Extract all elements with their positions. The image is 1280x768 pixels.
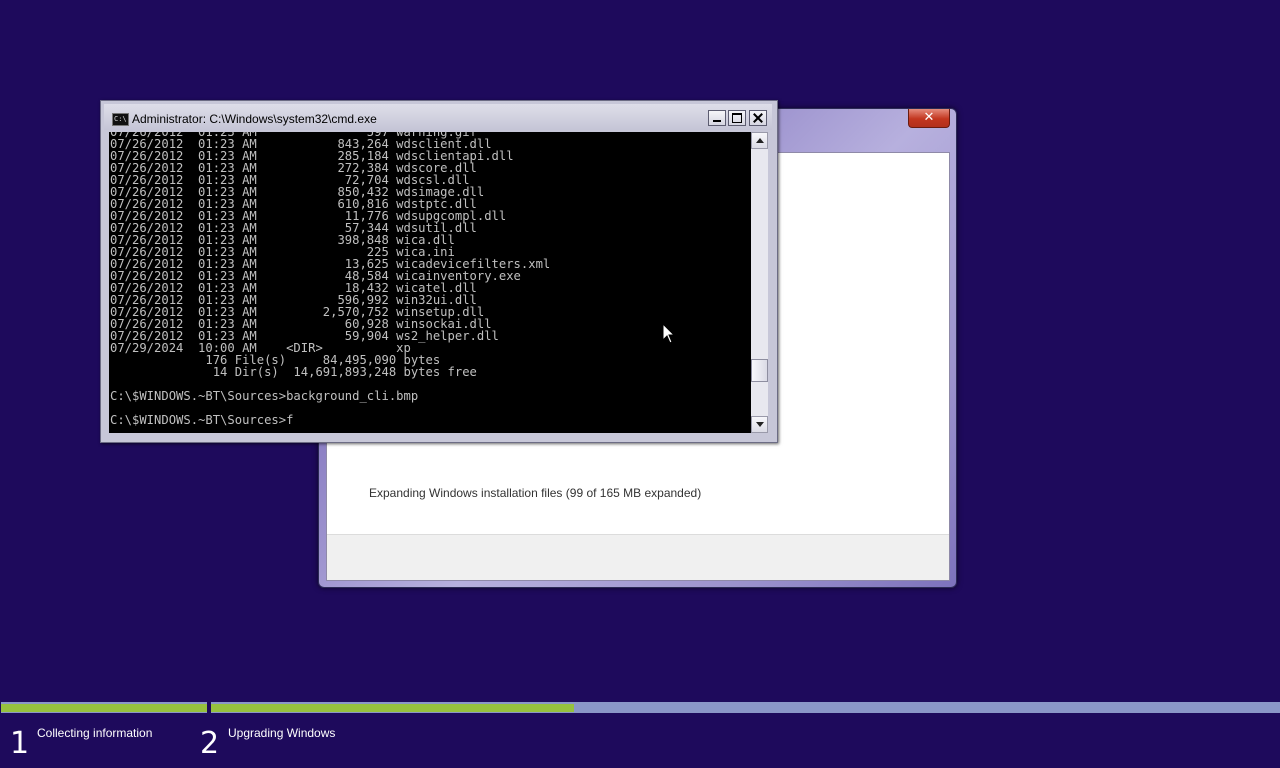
step1-label: Collecting information (37, 726, 153, 740)
setup-footer (327, 534, 949, 580)
step2-label: Upgrading Windows (228, 726, 336, 740)
scroll-down-button[interactable] (751, 416, 768, 433)
step2-number: 2 (200, 726, 220, 761)
scroll-up-button[interactable] (751, 132, 768, 149)
minimize-button[interactable] (708, 110, 726, 126)
cmd-app-icon[interactable]: C:\ (112, 113, 129, 126)
progress-step1-fill (1, 704, 207, 712)
step1-number: 1 (10, 726, 30, 761)
maximize-button[interactable] (728, 110, 746, 126)
console-text: 07/26/2012 01:23 AM 597 warning.gif 07/2… (110, 132, 551, 427)
console-output[interactable]: 07/26/2012 01:23 AM 597 warning.gif 07/2… (109, 132, 751, 433)
scroll-thumb[interactable] (751, 359, 768, 382)
cmd-window[interactable]: C:\ Administrator: C:\Windows\system32\c… (100, 100, 778, 443)
vertical-scrollbar[interactable] (751, 132, 768, 433)
cmd-titlebar[interactable]: C:\ Administrator: C:\Windows\system32\c… (104, 104, 772, 130)
setup-close-button[interactable]: ✕ (908, 109, 950, 128)
mouse-pointer-icon (662, 323, 676, 344)
close-icon: ✕ (923, 110, 935, 125)
setup-status-text: Expanding Windows installation files (99… (369, 486, 702, 500)
progress-step1-bar (1, 702, 207, 713)
close-button[interactable] (749, 110, 767, 126)
progress-step2-bar (211, 702, 1280, 713)
progress-step2-fill (211, 704, 575, 712)
cmd-window-title: Administrator: C:\Windows\system32\cmd.e… (132, 112, 377, 126)
